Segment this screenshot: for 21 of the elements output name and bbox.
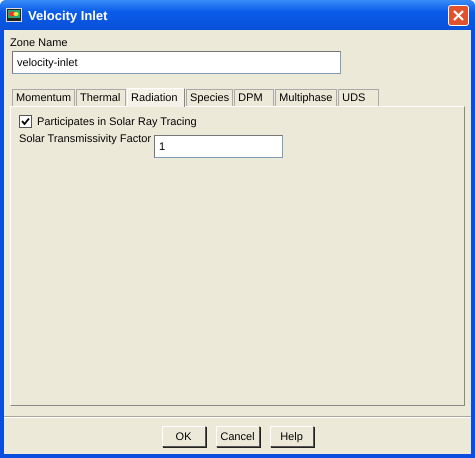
checkbox[interactable] [19,115,32,128]
tab[interactable]: DPM [234,89,274,106]
zone-name-label: Zone Name [10,37,68,49]
checkmark-icon [21,117,30,126]
tab[interactable]: Species [186,89,234,106]
close-icon [452,8,465,22]
tab[interactable]: Momentum [12,89,76,106]
close-button[interactable] [448,4,469,26]
tab[interactable]: Thermal [76,89,126,106]
app-icon [6,8,22,22]
solar-transmissivity-label: Solar Transmissivity Factor [19,133,152,145]
dialog-button[interactable]: OK [162,426,206,447]
window-title: Velocity Inlet [28,8,108,22]
dialog-button[interactable]: Help [270,426,314,447]
zone-name-field[interactable]: velocity-inlet [12,51,341,74]
dialog-button[interactable]: Cancel [216,426,260,447]
tab[interactable]: UDS [338,89,380,106]
tab[interactable]: Radiation [127,88,186,107]
checkbox-label: Participates in Solar Ray Tracing [37,116,197,128]
solar-transmissivity-field[interactable]: 1 [154,135,284,158]
tab[interactable]: Multiphase [275,89,338,106]
